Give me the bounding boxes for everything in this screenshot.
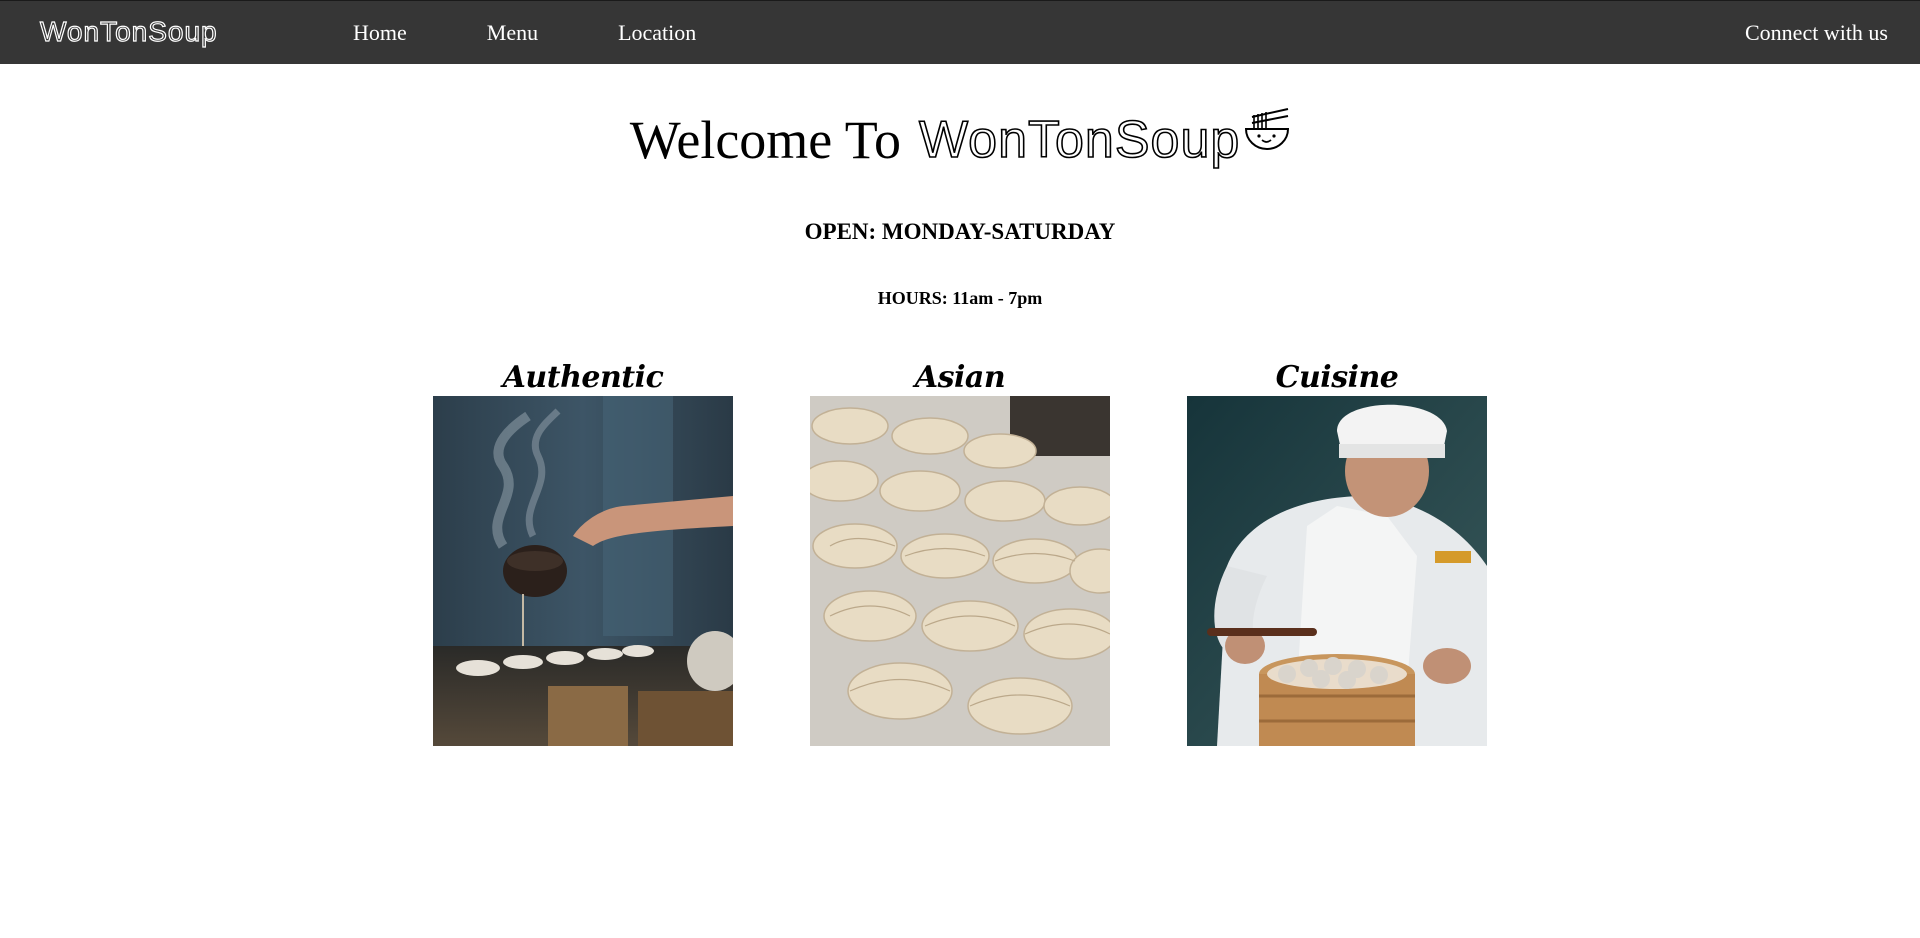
open-days-text: OPEN: MONDAY-SATURDAY [804,219,1116,244]
nav-home-link[interactable]: Home [353,20,407,46]
card-title: Cuisine [1275,360,1399,395]
welcome-brand-logo: WonTonSoup [918,110,1241,170]
card-title: Asian [914,360,1006,395]
card-asian: Asian [810,360,1110,746]
nav-links: Home Menu Location [353,1,776,65]
connect-with-us-link[interactable]: Connect with us [1745,1,1888,65]
nav-menu-link[interactable]: Menu [487,20,538,46]
card-title: Authentic [502,360,664,395]
tea-pouring-image [433,396,733,746]
hours-text: HOURS: 11am - 7pm [877,288,1043,308]
noodle-bowl-icon [1244,107,1290,160]
welcome-heading: Welcome To WonTonSoup [0,100,1920,180]
card-authentic: Authentic [433,360,733,746]
dumplings-image [810,396,1110,746]
brand-logo[interactable]: WonTonSoup [39,10,218,54]
chef-steamer-image [1187,396,1487,746]
welcome-prefix: Welcome To [629,110,902,170]
navbar: WonTonSoup Home Menu Location Connect wi… [0,0,1920,64]
card-cuisine: Cuisine [1187,360,1487,746]
nav-location-link[interactable]: Location [618,20,696,46]
brand-logo-text: WonTonSoup [39,15,218,47]
